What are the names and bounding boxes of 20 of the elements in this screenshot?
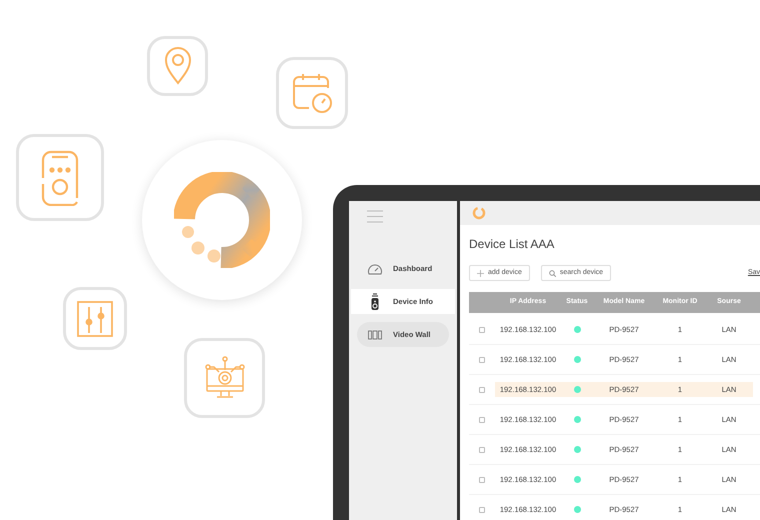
row-checkbox[interactable] <box>479 506 485 512</box>
gauge-icon <box>367 262 383 274</box>
calendar-clock-icon <box>291 72 333 114</box>
gear-loader-icon <box>174 172 270 268</box>
row-checkbox[interactable] <box>479 356 485 362</box>
remote-control-icon <box>40 150 80 206</box>
video-wall-icon <box>368 330 382 340</box>
row-checkbox[interactable] <box>479 476 485 482</box>
logo-icon <box>472 206 486 220</box>
location-pin-icon <box>164 47 192 85</box>
row-checkbox[interactable] <box>479 416 485 422</box>
remote-icon <box>370 292 380 310</box>
page-title: Device List AAA <box>469 236 556 253</box>
row-checkbox[interactable] <box>479 386 485 392</box>
plus-icon <box>477 270 484 276</box>
row-checkbox[interactable] <box>479 446 485 452</box>
search-icon <box>548 270 556 276</box>
sliders-icon <box>77 300 113 336</box>
row-checkbox[interactable] <box>479 326 485 332</box>
menu-icon[interactable] <box>367 210 383 223</box>
